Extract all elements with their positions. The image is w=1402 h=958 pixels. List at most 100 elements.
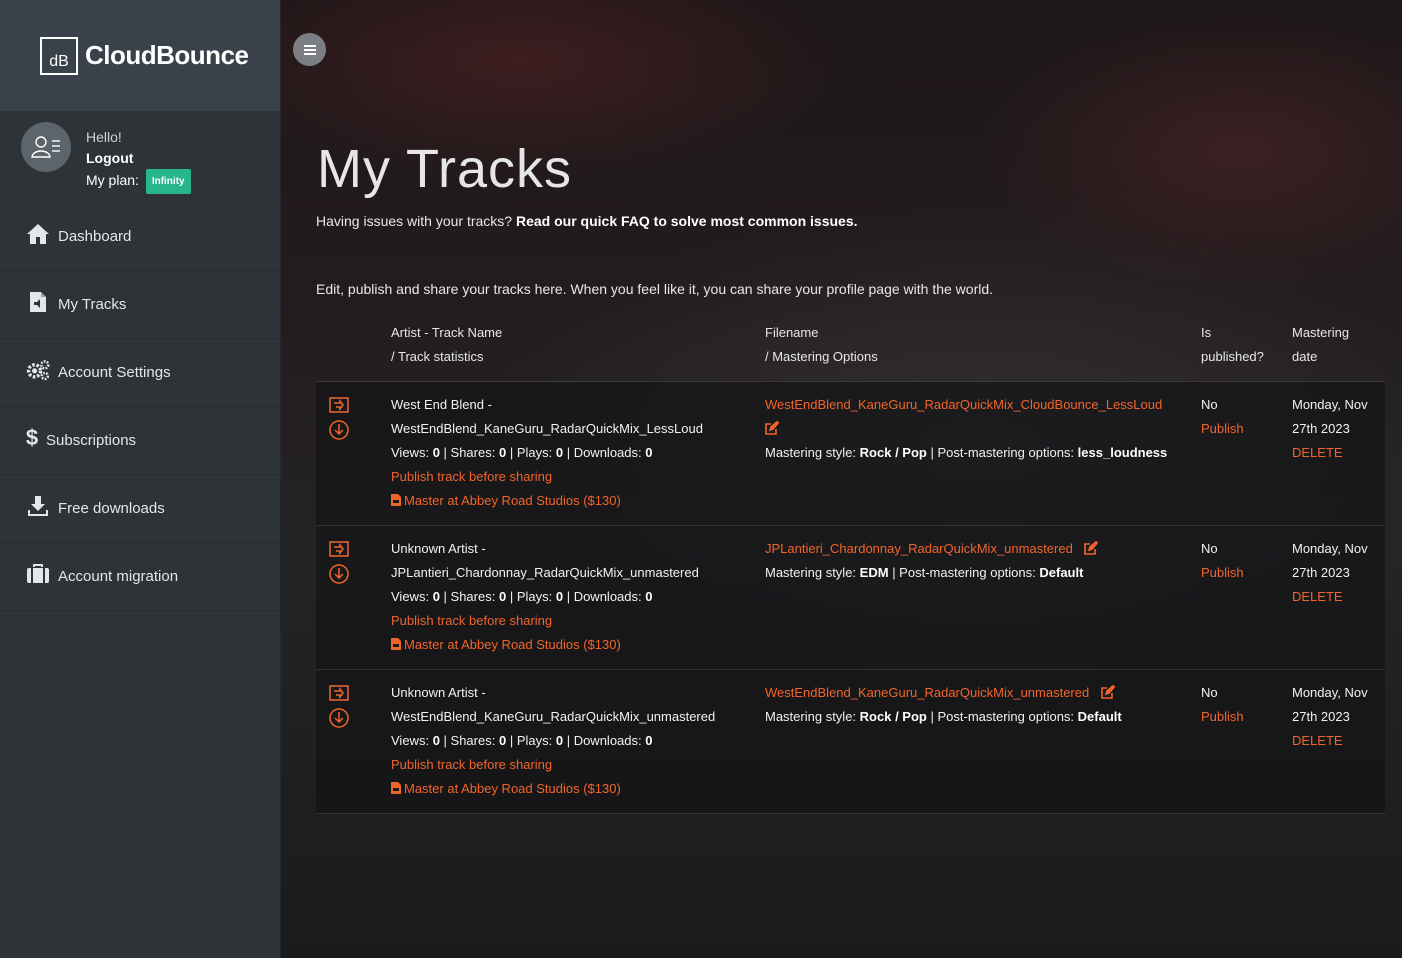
brand-name: CloudBounce bbox=[85, 40, 249, 70]
share-icon[interactable] bbox=[328, 395, 350, 417]
row-actions bbox=[328, 539, 350, 587]
download-icon bbox=[26, 494, 50, 518]
track-name: WestEndBlend_KaneGuru_RadarQuickMix_unma… bbox=[391, 709, 716, 724]
track-artist: Unknown Artist - bbox=[391, 541, 486, 556]
intro-text: Edit, publish and share your tracks here… bbox=[316, 281, 994, 297]
menu-toggle-button[interactable] bbox=[293, 33, 326, 66]
user-panel: Hello! Logout My plan: Infinity bbox=[0, 111, 280, 203]
table-row: West End Blend - WestEndBlend_KaneGuru_R… bbox=[316, 382, 1385, 526]
published-status: No bbox=[1201, 397, 1218, 412]
master-abbey-road-link[interactable]: Master at Abbey Road Studios ($130) bbox=[391, 633, 699, 657]
sidebar-item-label: Dashboard bbox=[58, 228, 132, 245]
sidebar-item-subscriptions[interactable]: $ Subscriptions bbox=[0, 407, 281, 475]
delete-link[interactable]: DELETE bbox=[1292, 585, 1368, 609]
mastering-date: Monday, Nov bbox=[1292, 397, 1368, 412]
mastering-date-year: 27th 2023 bbox=[1292, 565, 1350, 580]
sidebar-item-label: Free downloads bbox=[58, 500, 165, 517]
edit-icon[interactable] bbox=[1084, 541, 1099, 555]
track-file: WestEndBlend_KaneGuru_RadarQuickMix_Clou… bbox=[765, 393, 1167, 465]
row-actions bbox=[328, 395, 350, 443]
user-avatar-icon bbox=[21, 122, 71, 172]
download-icon[interactable] bbox=[328, 707, 350, 729]
logout-link[interactable]: Logout bbox=[86, 148, 191, 169]
track-date: Monday, Nov 27th 2023 DELETE bbox=[1292, 681, 1368, 753]
filename-link[interactable]: JPLantieri_Chardonnay_RadarQuickMix_unma… bbox=[765, 541, 1073, 556]
share-icon[interactable] bbox=[328, 539, 350, 561]
header-filename: Filename / Mastering Options bbox=[765, 325, 878, 364]
edit-icon[interactable] bbox=[1101, 685, 1115, 699]
audio-file-icon bbox=[26, 290, 50, 314]
row-actions bbox=[328, 683, 350, 731]
delete-link[interactable]: DELETE bbox=[1292, 441, 1368, 465]
sidebar: dB CloudBounce Hello! Logout My plan: In… bbox=[0, 0, 281, 958]
sidebar-item-label: My Tracks bbox=[58, 296, 127, 313]
download-icon[interactable] bbox=[328, 563, 350, 585]
track-artist: Unknown Artist - bbox=[391, 685, 486, 700]
track-stats: Views: 0 | Shares: 0 | Plays: 0 | Downlo… bbox=[391, 445, 653, 460]
publish-before-sharing-link[interactable]: Publish track before sharing bbox=[391, 465, 703, 489]
sidebar-item-account-migration[interactable]: Account migration bbox=[0, 543, 281, 611]
share-icon[interactable] bbox=[328, 683, 350, 705]
plan-label: My plan: bbox=[86, 172, 139, 188]
publish-link[interactable]: Publish bbox=[1201, 705, 1244, 729]
track-name: WestEndBlend_KaneGuru_RadarQuickMix_Less… bbox=[391, 421, 703, 436]
home-icon bbox=[26, 222, 50, 246]
track-published: No Publish bbox=[1201, 537, 1244, 585]
edit-icon[interactable] bbox=[765, 421, 779, 435]
filename-link[interactable]: WestEndBlend_KaneGuru_RadarQuickMix_unma… bbox=[765, 685, 1089, 700]
tracks-table: Artist - Track Name / Track statistics F… bbox=[316, 318, 1385, 814]
brand[interactable]: dB CloudBounce bbox=[0, 0, 280, 111]
dollar-icon: $ bbox=[25, 424, 39, 450]
track-artist: West End Blend - bbox=[391, 397, 492, 412]
gears-icon bbox=[26, 358, 50, 382]
header-track-name: Artist - Track Name / Track statistics bbox=[391, 325, 503, 364]
faq-prefix: Having issues with your tracks? bbox=[316, 213, 513, 229]
table-header: Artist - Track Name / Track statistics F… bbox=[316, 318, 1385, 382]
page-title: My Tracks bbox=[317, 139, 573, 199]
sidebar-item-dashboard[interactable]: Dashboard bbox=[0, 203, 281, 271]
track-published: No Publish bbox=[1201, 393, 1244, 441]
sidebar-item-label: Subscriptions bbox=[46, 432, 137, 449]
mastering-date-year: 27th 2023 bbox=[1292, 421, 1350, 436]
track-file: JPLantieri_Chardonnay_RadarQuickMix_unma… bbox=[765, 537, 1099, 585]
plan-badge: Infinity bbox=[145, 169, 191, 194]
sidebar-item-label: Account Settings bbox=[58, 364, 171, 381]
mastering-options: Mastering style: Rock / Pop | Post-maste… bbox=[765, 709, 1122, 724]
user-plan: My plan: Infinity bbox=[86, 169, 191, 194]
publish-link[interactable]: Publish bbox=[1201, 417, 1244, 441]
filename-link[interactable]: WestEndBlend_KaneGuru_RadarQuickMix_Clou… bbox=[765, 393, 1167, 417]
header-mastering-date: Mastering date bbox=[1292, 325, 1350, 364]
track-date: Monday, Nov 27th 2023 DELETE bbox=[1292, 393, 1368, 465]
pdf-file-icon bbox=[391, 782, 401, 794]
main-content: My Tracks Having issues with your tracks… bbox=[281, 0, 1402, 958]
track-published: No Publish bbox=[1201, 681, 1244, 729]
publish-link[interactable]: Publish bbox=[1201, 561, 1244, 585]
published-status: No bbox=[1201, 541, 1218, 556]
table-row: Unknown Artist - WestEndBlend_KaneGuru_R… bbox=[316, 670, 1385, 814]
master-abbey-road-link[interactable]: Master at Abbey Road Studios ($130) bbox=[391, 489, 703, 513]
publish-before-sharing-link[interactable]: Publish track before sharing bbox=[391, 753, 715, 777]
sidebar-item-free-downloads[interactable]: Free downloads bbox=[0, 475, 281, 543]
faq-link[interactable]: Read our quick FAQ to solve most common … bbox=[516, 213, 858, 229]
hamburger-icon bbox=[303, 44, 316, 55]
download-icon[interactable] bbox=[328, 419, 350, 441]
mastering-date: Monday, Nov bbox=[1292, 685, 1368, 700]
track-date: Monday, Nov 27th 2023 DELETE bbox=[1292, 537, 1368, 609]
sidebar-item-account-settings[interactable]: Account Settings bbox=[0, 339, 281, 407]
faq-notice: Having issues with your tracks? Read our… bbox=[316, 213, 858, 229]
mastering-options: Mastering style: EDM | Post-mastering op… bbox=[765, 565, 1084, 580]
track-stats: Views: 0 | Shares: 0 | Plays: 0 | Downlo… bbox=[391, 589, 653, 604]
pdf-file-icon bbox=[391, 494, 401, 506]
track-info: West End Blend - WestEndBlend_KaneGuru_R… bbox=[391, 393, 703, 513]
header-published: Is published? bbox=[1201, 325, 1264, 364]
track-info: Unknown Artist - JPLantieri_Chardonnay_R… bbox=[391, 537, 699, 657]
master-abbey-road-link[interactable]: Master at Abbey Road Studios ($130) bbox=[391, 777, 715, 801]
publish-before-sharing-link[interactable]: Publish track before sharing bbox=[391, 609, 699, 633]
sidebar-item-my-tracks[interactable]: My Tracks bbox=[0, 271, 281, 339]
user-greeting: Hello! bbox=[86, 129, 122, 145]
pdf-file-icon bbox=[391, 638, 401, 650]
sidebar-nav: Dashboard My Tracks Account Settings $ S… bbox=[0, 203, 281, 611]
sidebar-item-label: Account migration bbox=[58, 568, 179, 585]
mastering-options: Mastering style: Rock / Pop | Post-maste… bbox=[765, 445, 1168, 460]
delete-link[interactable]: DELETE bbox=[1292, 729, 1368, 753]
